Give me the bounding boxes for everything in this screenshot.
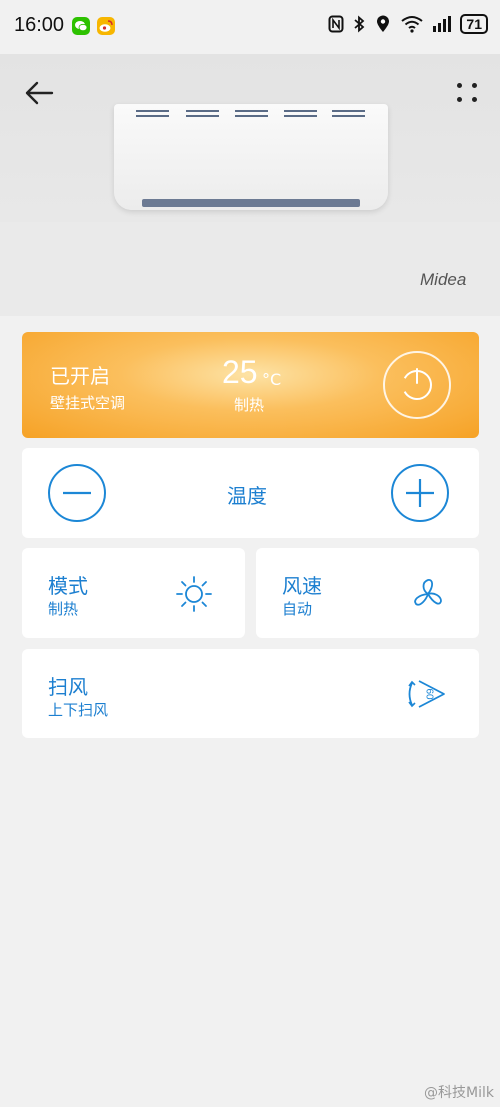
sun-icon (174, 574, 214, 618)
power-status-card: 已开启 壁挂式空调 25 °C 制热 (22, 332, 479, 438)
mode-value: 制热 (48, 600, 79, 618)
air-conditioner-image (114, 104, 388, 210)
power-status-text: 已开启 (50, 364, 110, 388)
watermark: @科技Milk (424, 1085, 494, 1101)
power-icon (402, 368, 432, 400)
increase-temperature-button[interactable] (391, 464, 449, 522)
swing-title: 扫风 (48, 675, 88, 699)
fan-icon (408, 574, 448, 618)
ac-vent (332, 110, 365, 117)
temperature-value: 25 (222, 354, 258, 390)
swing-card[interactable]: 扫风 上下扫风 60 (22, 649, 479, 738)
device-hero-lower (0, 222, 500, 316)
wind-speed-title: 风速 (282, 574, 322, 598)
swing-60-icon: 60 (406, 673, 448, 719)
wind-speed-value: 自动 (282, 600, 313, 618)
status-indicators: 71 (328, 14, 488, 34)
ac-vent (235, 110, 268, 117)
nfc-icon (328, 15, 344, 33)
plus-icon (406, 479, 434, 507)
battery-indicator: 71 (460, 14, 488, 34)
mode-title: 模式 (48, 574, 88, 598)
ac-vent (186, 110, 219, 117)
power-button[interactable] (383, 351, 451, 419)
wifi-icon (400, 15, 424, 33)
status-bar: 16:00 71 (0, 0, 500, 54)
decrease-temperature-button[interactable] (48, 464, 106, 522)
weibo-icon (97, 17, 115, 35)
signal-icon (432, 15, 452, 33)
minus-icon (63, 491, 91, 495)
temperature-control-card: 温度 (22, 448, 479, 538)
device-type: 壁挂式空调 (50, 394, 126, 412)
wechat-icon (72, 17, 90, 35)
mode-card[interactable]: 模式 制热 (22, 548, 245, 638)
status-time: 16:00 (14, 14, 65, 36)
wind-speed-card[interactable]: 风速 自动 (256, 548, 479, 638)
temperature-label: 温度 (227, 484, 267, 508)
temperature-unit: °C (262, 370, 282, 389)
ac-strip (142, 199, 360, 207)
ac-vent (136, 110, 169, 117)
swing-value: 上下扫风 (48, 701, 109, 719)
current-mode: 制热 (234, 396, 265, 414)
swing-angle-text: 60 (423, 688, 434, 700)
brand-logo: Midea (420, 270, 467, 289)
bluetooth-icon (352, 15, 368, 33)
back-arrow-icon[interactable] (22, 76, 56, 110)
ac-vent (284, 110, 317, 117)
more-dots-icon[interactable] (452, 78, 484, 110)
location-icon (376, 15, 392, 33)
